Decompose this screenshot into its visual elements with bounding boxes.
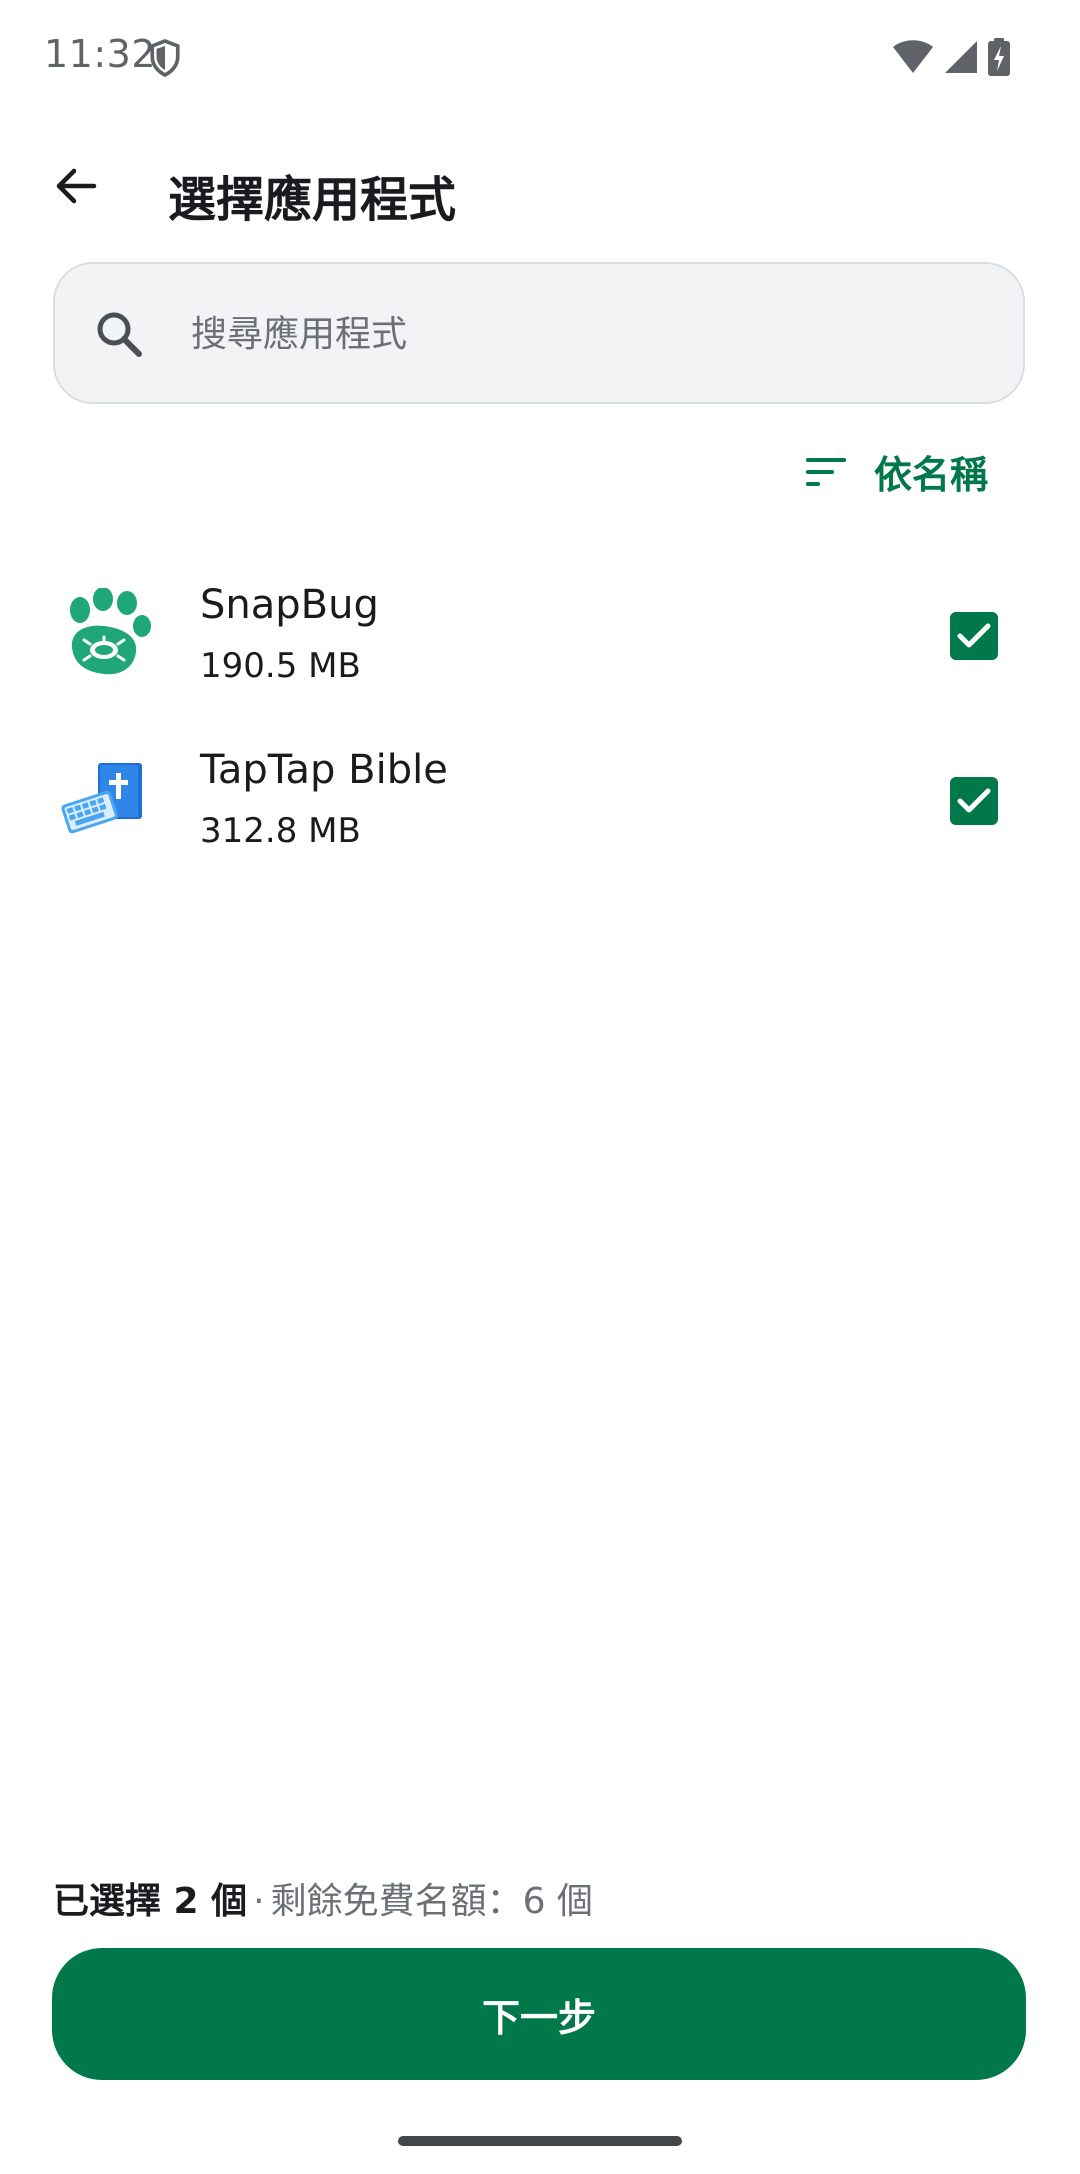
paw-bug-icon	[70, 588, 151, 675]
cell-signal-icon	[945, 41, 977, 73]
home-indicator[interactable]	[398, 2136, 682, 2146]
app-name: TapTap Bible	[200, 747, 448, 793]
arrow-left-icon	[56, 168, 97, 204]
shield-icon	[150, 39, 180, 78]
selected-count: 已選擇 2 個	[53, 1881, 248, 1922]
check-icon	[957, 623, 991, 648]
sort-by-name-button[interactable]: 依名稱	[804, 444, 988, 499]
app-name: SnapBug	[200, 582, 379, 628]
sort-icon	[805, 457, 846, 486]
keyboard-bible-icon	[61, 763, 142, 834]
search-input[interactable]	[189, 264, 993, 404]
search-icon	[97, 312, 142, 357]
free-quota-remaining: 剩餘免費名額：6 個	[270, 1881, 593, 1922]
summary-separator: ·	[253, 1881, 265, 1922]
app-checkbox[interactable]	[950, 612, 998, 660]
check-icon	[957, 788, 991, 813]
status-bar: 11:32	[0, 0, 1080, 112]
battery-charging-icon	[988, 38, 1010, 76]
app-row-snapbug[interactable]: SnapBug 190.5 MB	[0, 560, 1080, 725]
back-button[interactable]	[40, 150, 112, 222]
app-size: 312.8 MB	[200, 811, 361, 851]
page-title: 選擇應用程式	[168, 172, 457, 228]
app-size: 190.5 MB	[200, 646, 361, 686]
next-button[interactable]: 下一步	[52, 1948, 1026, 2080]
wifi-icon	[893, 40, 933, 73]
sort-label: 依名稱	[873, 453, 988, 497]
app-checkbox[interactable]	[950, 777, 998, 825]
app-row-taptap-bible[interactable]: TapTap Bible 312.8 MB	[0, 725, 1080, 890]
status-time: 11:32	[44, 32, 157, 76]
app-list: SnapBug 190.5 MB TapTap Bible 312.8 MB	[0, 560, 1080, 890]
status-icons	[892, 38, 1010, 76]
selection-summary: 已選擇 2 個 · 剩餘免費名額：6 個	[53, 1872, 593, 1924]
search-box[interactable]	[53, 262, 1025, 404]
